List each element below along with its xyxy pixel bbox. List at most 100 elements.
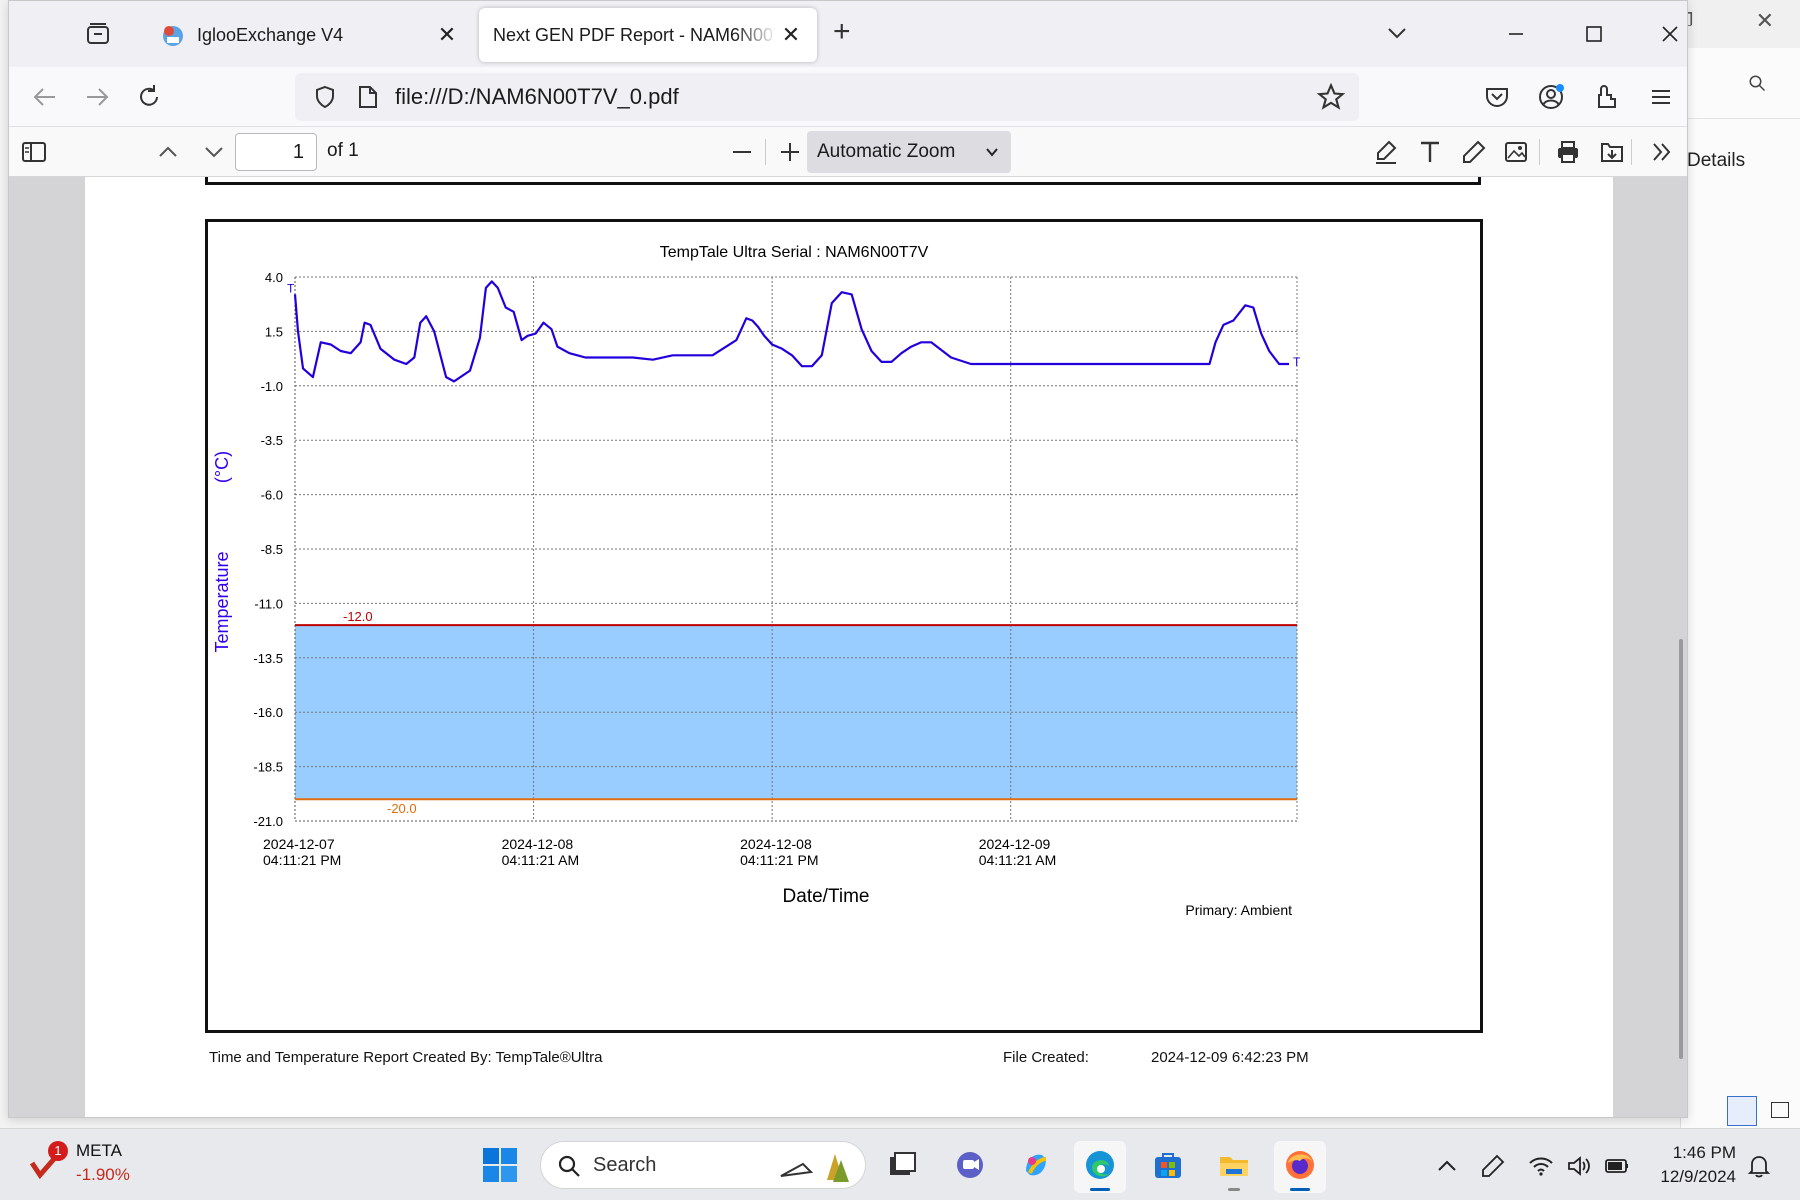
page-number-input[interactable]: 1 <box>235 133 317 171</box>
url-text[interactable]: file:///D:/NAM6N00T7V_0.pdf <box>395 84 679 110</box>
y-tick-label: 4.0 <box>265 270 283 285</box>
highlight-icon[interactable] <box>1373 139 1399 165</box>
store-button[interactable] <box>1142 1141 1194 1193</box>
y-axis-unit: (°C) <box>212 451 232 483</box>
clock-time: 1:46 PM <box>1672 1143 1736 1162</box>
close-tab-icon[interactable]: ✕ <box>777 22 805 48</box>
chevron-down-icon[interactable] <box>1385 21 1409 45</box>
legend-note: Primary: Ambient <box>1185 902 1292 918</box>
taskbar: 1 META -1.90% Search 1:46 PM 12/9/2024 <box>0 1128 1800 1200</box>
copilot-button[interactable] <box>1010 1141 1062 1193</box>
url-bar[interactable]: file:///D:/NAM6N00T7V_0.pdf <box>295 73 1359 121</box>
report-created-by: Time and Temperature Report Created By: … <box>209 1049 603 1066</box>
previous-page-icon[interactable] <box>155 139 181 165</box>
firefox-button[interactable] <box>1274 1141 1326 1193</box>
stock-widget[interactable]: 1 META -1.90% <box>24 1139 144 1191</box>
pdf-toolbar: 1 of 1 Automatic Zoom <box>9 127 1687 177</box>
file-explorer-button[interactable] <box>1208 1141 1260 1193</box>
y-tick-label: -6.0 <box>261 488 283 503</box>
taskbar-search[interactable]: Search <box>540 1141 866 1189</box>
windows-start-icon[interactable] <box>482 1147 518 1183</box>
close-tab-icon[interactable]: ✕ <box>433 22 461 48</box>
notification-bell-icon[interactable] <box>1746 1153 1772 1179</box>
file-created-label: File Created: <box>1003 1049 1089 1066</box>
x-tick-time: 04:11:21 AM <box>979 852 1057 868</box>
close-icon[interactable]: ✕ <box>1756 8 1774 34</box>
print-icon[interactable] <box>1555 139 1581 165</box>
x-tick-date: 2024-12-08 <box>740 836 812 852</box>
forward-arrow-icon[interactable] <box>83 83 111 111</box>
scrollbar[interactable] <box>1679 639 1683 1059</box>
zoom-select[interactable]: Automatic Zoom <box>807 131 1011 173</box>
task-view-button[interactable] <box>876 1141 928 1193</box>
reload-icon[interactable] <box>135 83 163 111</box>
teams-chat-button[interactable] <box>944 1141 996 1193</box>
x-axis-title: Date/Time <box>783 886 870 907</box>
hamburger-menu-icon[interactable] <box>1647 83 1675 111</box>
chevron-up-icon[interactable] <box>1436 1155 1458 1177</box>
search-label: Search <box>593 1154 657 1176</box>
details-view-icon[interactable] <box>1727 1096 1757 1126</box>
battery-icon[interactable] <box>1604 1153 1630 1179</box>
pen-icon[interactable] <box>1480 1153 1506 1179</box>
shield-icon[interactable] <box>313 85 337 109</box>
search-icon[interactable] <box>1748 74 1766 92</box>
zoom-out-icon[interactable] <box>729 139 755 165</box>
bookmark-star-icon[interactable] <box>1317 83 1345 111</box>
save-download-icon[interactable] <box>1599 139 1625 165</box>
volume-icon[interactable] <box>1566 1153 1592 1179</box>
divider <box>1631 139 1632 165</box>
navigation-bar: file:///D:/NAM6N00T7V_0.pdf <box>9 67 1687 127</box>
tab-strip: IglooExchange V4 ✕ Next GEN PDF Report -… <box>9 1 1687 67</box>
y-tick-label: -16.0 <box>253 705 283 720</box>
browser-window: IglooExchange V4 ✕ Next GEN PDF Report -… <box>8 0 1688 1118</box>
minimize-icon[interactable] <box>1501 19 1531 49</box>
close-window-icon[interactable] <box>1655 19 1685 49</box>
background-window: ❐ ✕ Details <box>1671 0 1800 1128</box>
next-page-icon[interactable] <box>201 139 227 165</box>
start-marker: T <box>287 281 295 295</box>
divider <box>1539 139 1540 165</box>
wifi-icon[interactable] <box>1528 1153 1554 1179</box>
tiles-view-icon[interactable] <box>1771 1102 1789 1118</box>
tab-list-icon[interactable] <box>85 21 111 47</box>
x-tick-date: 2024-12-08 <box>502 836 574 852</box>
zoom-select-value: Automatic Zoom <box>817 141 956 162</box>
new-tab-button[interactable]: + <box>833 17 851 47</box>
draw-pen-icon[interactable] <box>1461 139 1487 165</box>
details-button[interactable]: Details <box>1687 150 1745 172</box>
pdf-viewer[interactable]: 4.0 1.5 -1.0 -3.5 -6.0 -8.5 -11.0 -13.5 -16.0 -18… <box>9 177 1687 1117</box>
previous-box-edge <box>205 177 1481 185</box>
back-arrow-icon[interactable] <box>31 83 59 111</box>
y-axis-title: Temperature <box>212 551 232 652</box>
divider <box>765 139 766 165</box>
edge-button[interactable] <box>1074 1141 1126 1193</box>
y-tick-label: -18.5 <box>253 760 283 775</box>
add-image-icon[interactable] <box>1503 139 1529 165</box>
tab-title: Next GEN PDF Report - NAM6N00T7V_0.pdf <box>493 24 777 45</box>
maximize-icon[interactable] <box>1579 19 1609 49</box>
extensions-icon[interactable] <box>1593 83 1621 111</box>
account-icon[interactable] <box>1537 83 1565 111</box>
text-tool-icon[interactable] <box>1417 139 1443 165</box>
x-tick-date: 2024-12-07 <box>263 836 335 852</box>
system-clock[interactable]: 1:46 PM 12/9/2024 <box>1650 1141 1736 1189</box>
chevron-down-icon <box>986 148 998 157</box>
tab-pdf-report[interactable]: Next GEN PDF Report - NAM6N00T7V_0.pdf ✕ <box>479 8 817 62</box>
x-tick-date: 2024-12-09 <box>979 836 1051 852</box>
more-tools-icon[interactable] <box>1649 139 1675 165</box>
tab-title: IglooExchange V4 <box>197 24 344 45</box>
y-tick-label: -11.0 <box>254 596 283 611</box>
stock-alert-badge: 1 <box>48 1141 68 1161</box>
x-tick-time: 04:11:21 AM <box>502 852 580 868</box>
sidebar-toggle-icon[interactable] <box>21 139 47 165</box>
file-created-value: 2024-12-09 6:42:23 PM <box>1151 1049 1309 1066</box>
end-marker: T <box>1293 355 1301 369</box>
chart-title: TempTale Ultra Serial : NAM6N00T7V <box>660 244 929 261</box>
tab-iglooexchange[interactable]: IglooExchange V4 ✕ <box>143 8 473 62</box>
pocket-icon[interactable] <box>1483 83 1511 111</box>
page-icon[interactable] <box>357 85 379 109</box>
stock-change: -1.90% <box>76 1165 130 1184</box>
y-tick-label: -1.0 <box>261 379 283 394</box>
zoom-in-icon[interactable] <box>777 139 803 165</box>
